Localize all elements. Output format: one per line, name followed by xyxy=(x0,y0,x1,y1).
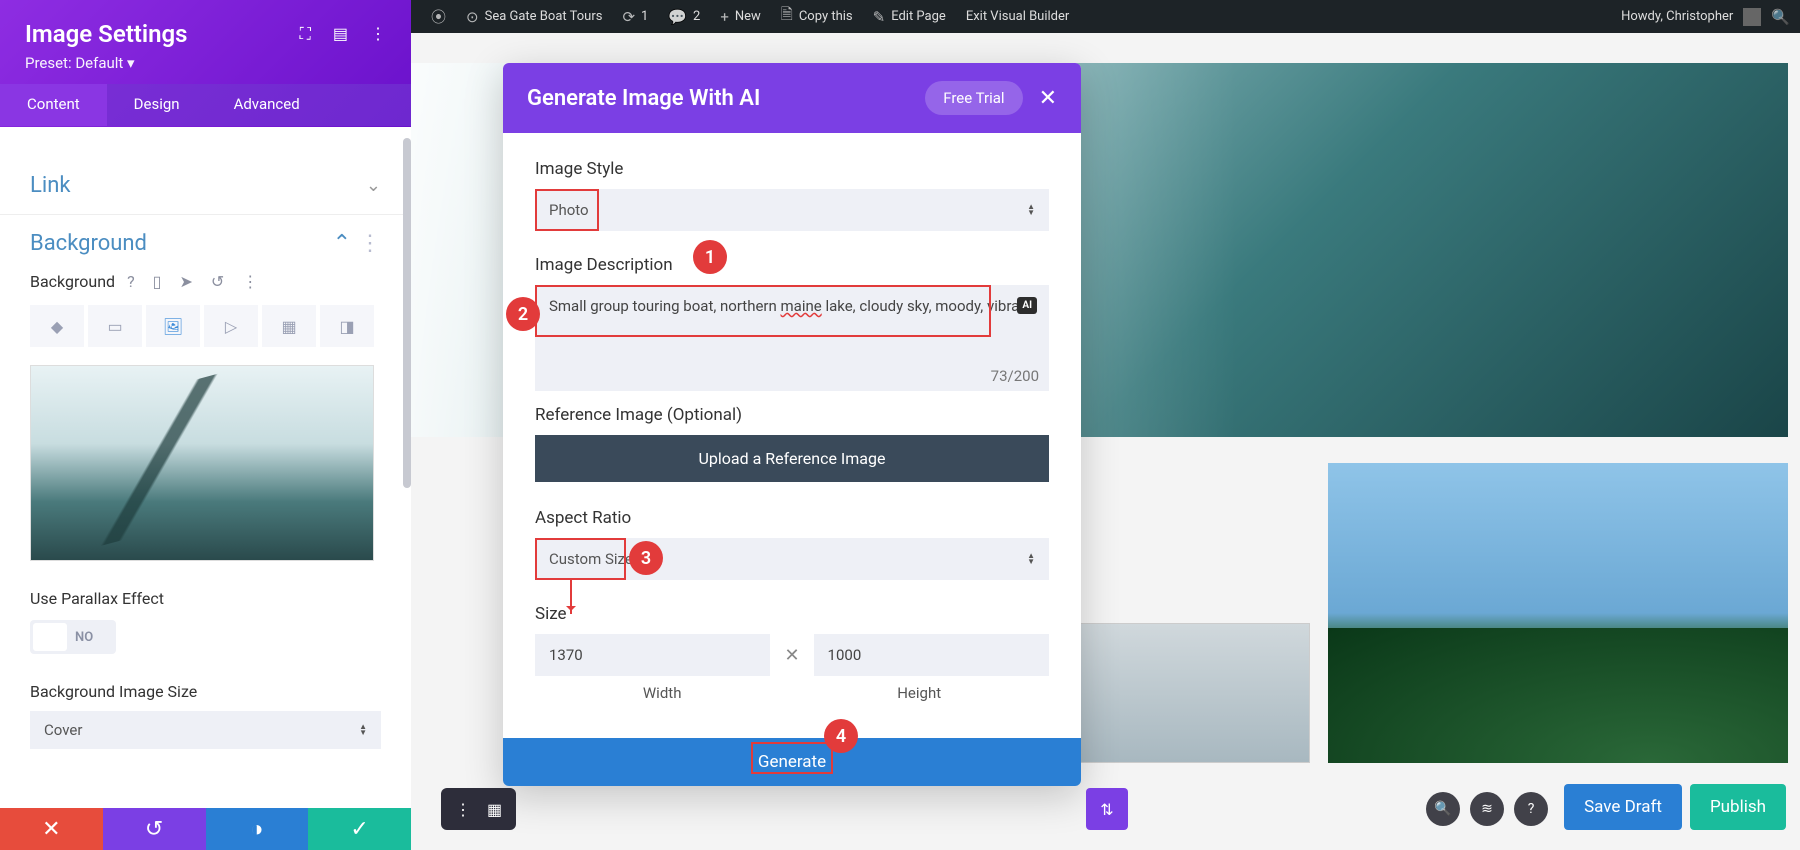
undo-icon[interactable]: ↺ xyxy=(211,272,224,291)
step-1: 1 xyxy=(693,240,727,274)
plus-icon: + xyxy=(720,8,729,26)
parallax-label: Use Parallax Effect xyxy=(30,589,381,608)
cursor-icon[interactable]: ➤ xyxy=(179,272,192,291)
bg-color-tab[interactable]: ◆ xyxy=(30,305,84,347)
help-icon[interactable]: ? xyxy=(127,272,135,291)
step-4: 4 xyxy=(824,719,858,753)
bg-gradient-tab[interactable]: ▭ xyxy=(88,305,142,347)
parallax-toggle[interactable]: NO xyxy=(30,620,116,654)
layers-icon[interactable]: ≋ xyxy=(1470,792,1504,826)
refresh-count[interactable]: ⟳1 xyxy=(612,8,658,26)
free-trial-badge[interactable]: Free Trial xyxy=(925,81,1022,115)
ref-label: Reference Image (Optional) xyxy=(535,405,1049,425)
help-icon[interactable]: ? xyxy=(1514,792,1548,826)
caret-icon: ▲▼ xyxy=(1027,553,1035,565)
width-input[interactable] xyxy=(535,634,770,676)
upload-button[interactable]: Upload a Reference Image xyxy=(535,435,1049,482)
comments-count[interactable]: 💬2 xyxy=(658,8,710,26)
canvas: Generate Image With AI Free Trial ✕ Imag… xyxy=(411,33,1800,850)
bg-image-tab[interactable]: 🖼 xyxy=(146,305,200,347)
new-button[interactable]: +New xyxy=(710,8,770,26)
aspect-label: Aspect Ratio xyxy=(535,508,1049,528)
desc-label: Image Description xyxy=(535,255,1049,275)
site-name[interactable]: ⊙Sea Gate Boat Tours xyxy=(456,8,612,26)
copy-icon: 🗎 xyxy=(781,4,793,29)
history-button[interactable]: ◑ xyxy=(206,808,309,850)
width-label: Width xyxy=(643,684,682,702)
zoom-icon[interactable]: 🔍 xyxy=(1426,792,1460,826)
chevron-up-icon: ⌃ xyxy=(333,231,351,256)
bg-mask-tab[interactable]: ◨ xyxy=(320,305,374,347)
section-background[interactable]: Background ⌃⋮ xyxy=(30,215,381,272)
background-label: Background xyxy=(30,272,115,291)
palm-image xyxy=(1328,463,1788,763)
swap-button[interactable]: ⇅ xyxy=(1086,788,1128,830)
caret-icon: ▲▼ xyxy=(359,724,367,736)
edit-page[interactable]: ✎Edit Page xyxy=(863,8,956,26)
menu-icon[interactable]: ⋮ xyxy=(370,24,386,44)
size-label: Size xyxy=(535,604,1049,624)
more-icon[interactable]: ⋮ xyxy=(359,231,381,256)
dashboard-icon: ⊙ xyxy=(466,8,479,26)
height-label: Height xyxy=(897,684,941,702)
grid-icon[interactable]: ▦ xyxy=(487,800,502,819)
bottom-toolbar: ⋮ ▦ xyxy=(441,788,516,830)
expand-icon[interactable]: ⛶ xyxy=(300,24,311,44)
tab-design[interactable]: Design xyxy=(107,84,207,126)
step-3: 3 xyxy=(629,541,663,575)
style-select[interactable]: Photo ▲▼ xyxy=(535,189,1049,231)
sidebar-footer: ✕ ↺ ◑ ✓ xyxy=(0,808,411,850)
panel-icon[interactable]: ▤ xyxy=(333,24,348,44)
exit-builder[interactable]: Exit Visual Builder xyxy=(956,9,1079,24)
tab-content[interactable]: Content xyxy=(0,84,107,126)
aspect-select[interactable]: Custom Size ▲▼ xyxy=(535,538,1049,580)
chevron-down-icon: ⌄ xyxy=(366,175,381,196)
generate-button[interactable]: Generate xyxy=(503,738,1081,786)
avatar[interactable] xyxy=(1743,8,1761,26)
save-draft-button[interactable]: Save Draft xyxy=(1564,784,1682,830)
arrow-down-icon xyxy=(570,578,572,614)
howdy-user[interactable]: Howdy, Christopher xyxy=(1621,9,1733,24)
search-icon[interactable]: 🔍 xyxy=(1771,8,1790,26)
preset-label[interactable]: Preset: Default ▾ xyxy=(25,54,386,72)
height-input[interactable] xyxy=(814,634,1049,676)
dots-icon[interactable]: ⋮ xyxy=(242,272,258,291)
bg-pattern-tab[interactable]: ▦ xyxy=(262,305,316,347)
wp-adminbar: ⦿ ⊙Sea Gate Boat Tours ⟳1 💬2 +New 🗎Copy … xyxy=(411,0,1800,33)
ai-badge[interactable]: AI xyxy=(1017,297,1037,314)
tab-advanced[interactable]: Advanced xyxy=(207,84,327,126)
close-icon[interactable]: ✕ xyxy=(1039,86,1057,111)
ai-modal: Generate Image With AI Free Trial ✕ Imag… xyxy=(503,63,1081,786)
save-button[interactable]: ✓ xyxy=(308,808,411,850)
small-image xyxy=(1064,623,1310,763)
discard-button[interactable]: ✕ xyxy=(0,808,103,850)
style-label: Image Style xyxy=(535,159,1049,179)
refresh-icon: ⟳ xyxy=(622,8,635,26)
wp-logo[interactable]: ⦿ xyxy=(421,6,456,27)
publish-button[interactable]: Publish xyxy=(1690,784,1786,830)
step-2: 2 xyxy=(506,297,540,331)
char-count: 73/200 xyxy=(535,367,1039,385)
bgsize-select[interactable]: Cover ▲▼ xyxy=(30,711,381,749)
reset-button[interactable]: ↺ xyxy=(103,808,206,850)
mobile-icon[interactable]: ▯ xyxy=(153,272,162,291)
bg-video-tab[interactable]: ▷ xyxy=(204,305,258,347)
caret-icon: ▲▼ xyxy=(1027,204,1035,216)
section-link[interactable]: Link ⌄ xyxy=(30,157,381,214)
sidebar-scrollbar[interactable] xyxy=(403,138,411,488)
copy-button[interactable]: 🗎Copy this xyxy=(771,4,863,29)
times-icon: ✕ xyxy=(784,645,799,666)
bgsize-label: Background Image Size xyxy=(30,682,381,701)
background-thumbnail[interactable] xyxy=(30,365,374,561)
pencil-icon: ✎ xyxy=(873,8,886,26)
modal-title: Generate Image With AI xyxy=(527,86,760,111)
comment-icon: 💬 xyxy=(668,8,687,26)
wordpress-icon: ⦿ xyxy=(431,6,446,27)
settings-sidebar: Image Settings ⛶ ▤ ⋮ Preset: Default ▾ C… xyxy=(0,0,411,850)
sidebar-title: Image Settings xyxy=(25,20,188,48)
menu-icon[interactable]: ⋮ xyxy=(455,800,471,819)
